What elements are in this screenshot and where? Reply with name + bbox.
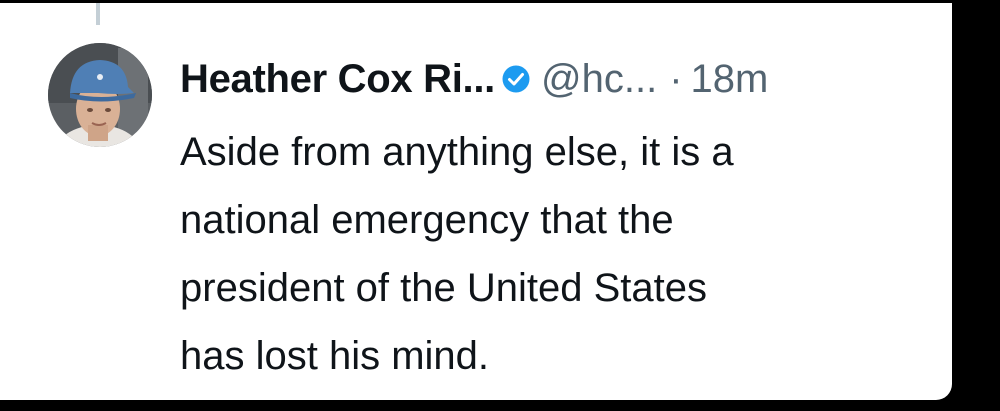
tweet-text-line: president of the United States [180,266,707,310]
header-separator: · [669,56,683,101]
tweet-timestamp[interactable]: 18m [691,57,769,102]
tweet-card[interactable]: Heather Cox Ri... @hc... · 18m Aside fro… [0,3,952,400]
tweet-text: Aside from anything else, it is a nation… [180,118,920,390]
author-name[interactable]: Heather Cox Ri... [180,57,495,102]
verified-badge-icon [501,64,531,94]
tweet-text-line: has lost his mind. [180,334,490,378]
thread-connector-line [96,3,100,25]
author-handle[interactable]: @hc... [541,57,657,102]
tweet-header: Heather Cox Ri... @hc... · 18m [180,53,768,105]
avatar[interactable] [48,43,152,147]
tweet-text-line: Aside from anything else, it is a [180,130,734,174]
tweet-text-line: national emergency that the [180,198,674,242]
screen: Heather Cox Ri... @hc... · 18m Aside fro… [0,0,1000,411]
avatar-image [48,43,152,147]
